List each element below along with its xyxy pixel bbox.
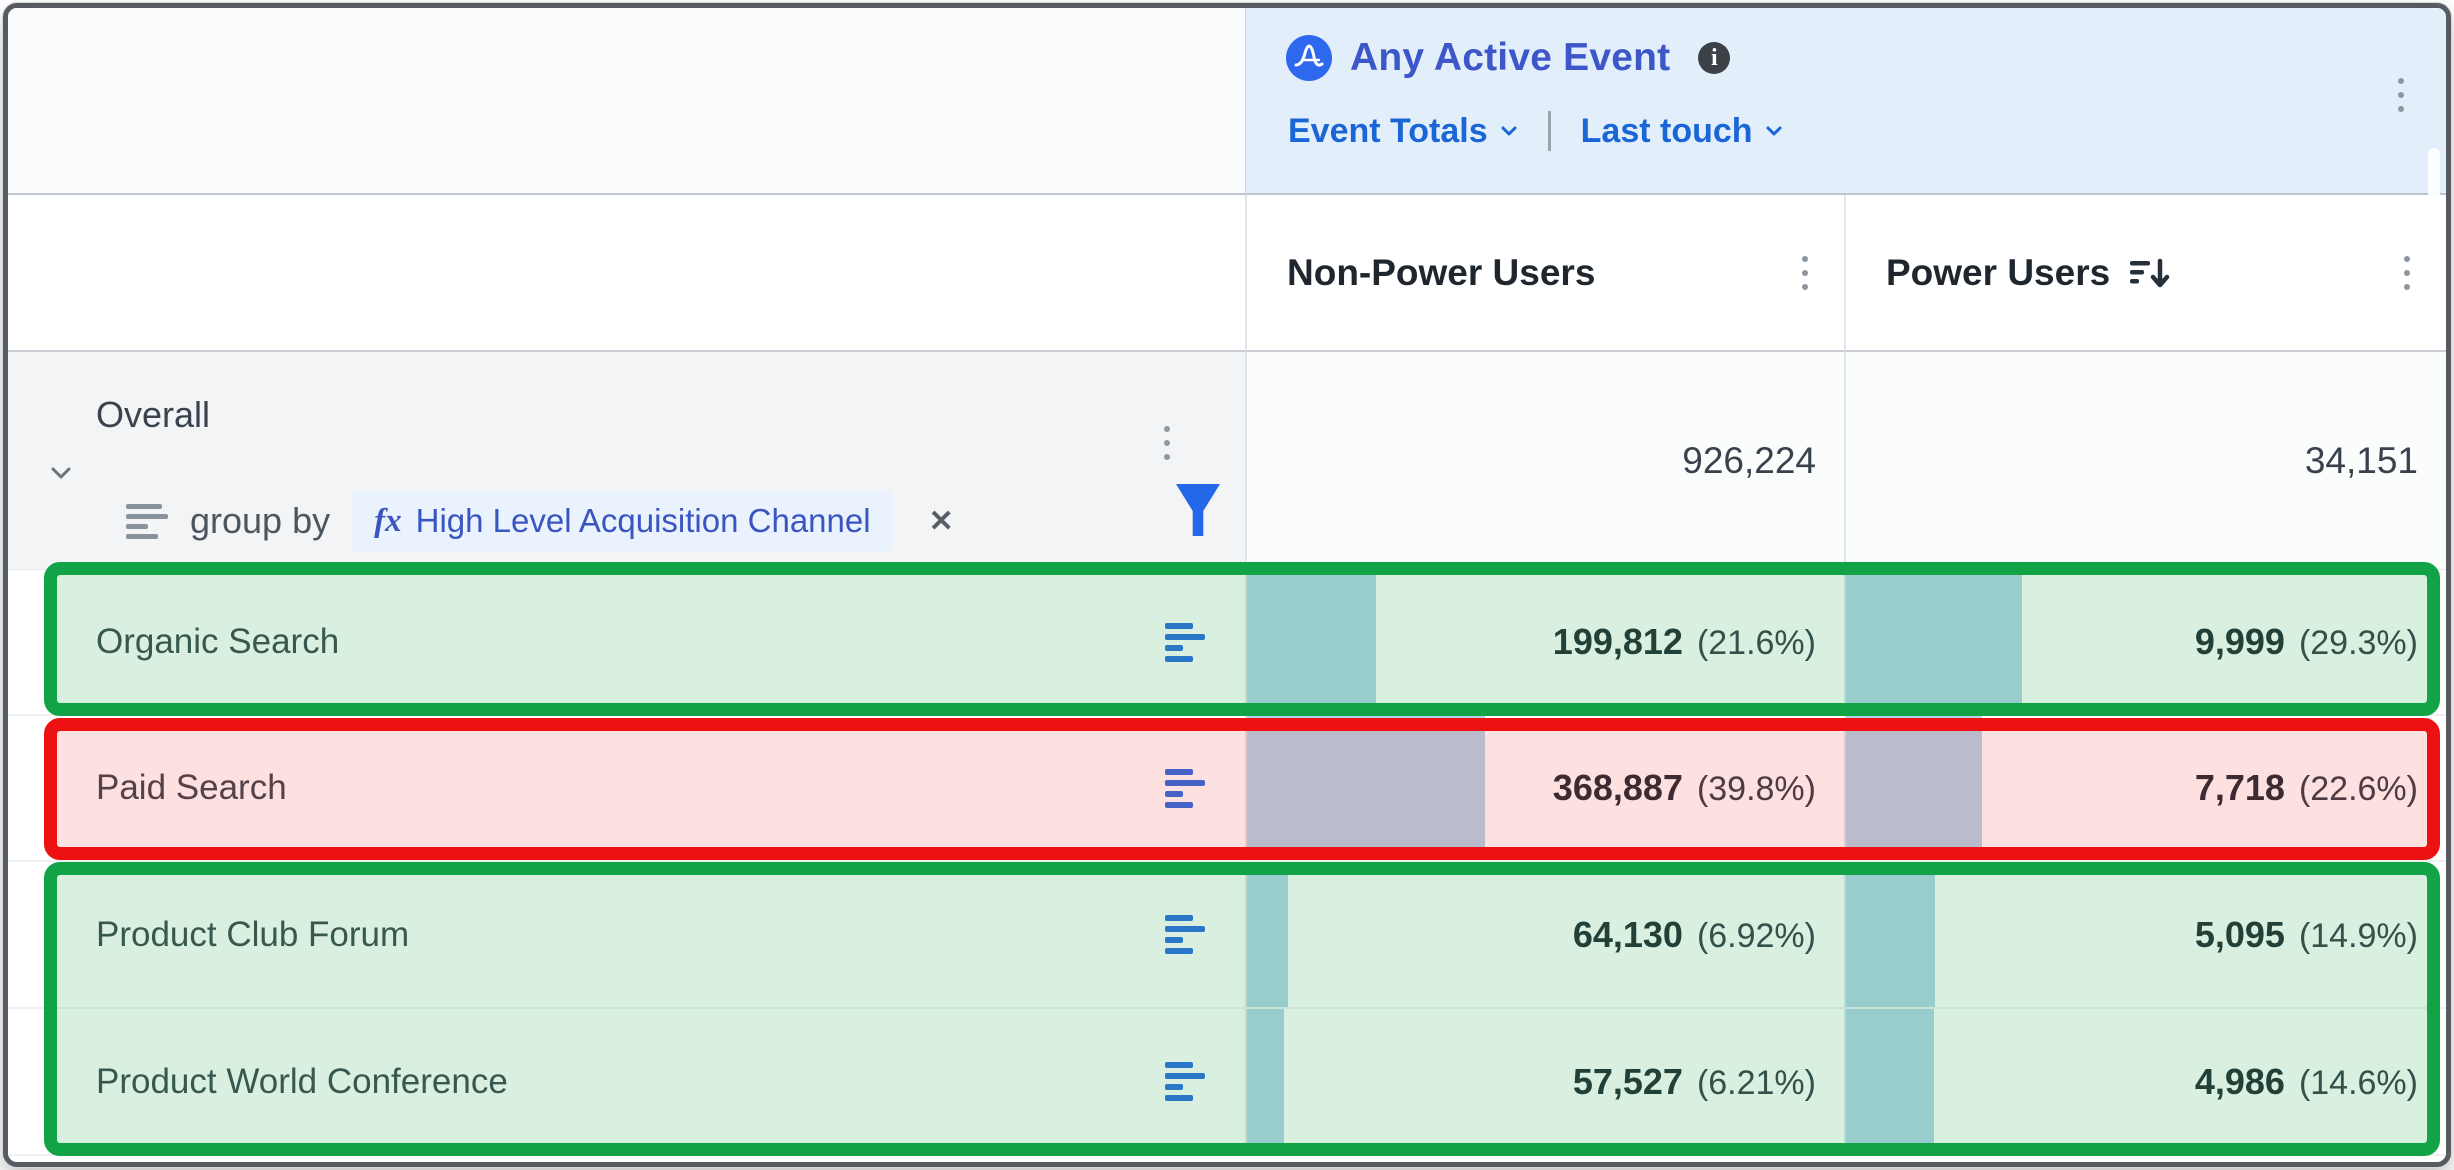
sort-descending-icon[interactable] bbox=[2128, 253, 2172, 293]
row-label: Paid Search bbox=[96, 768, 287, 808]
cell-value: 4,986 bbox=[2195, 1061, 2285, 1103]
group-by-chip-label: High Level Acquisition Channel bbox=[416, 502, 871, 540]
breakdown-bars-icon[interactable] bbox=[1165, 1062, 1205, 1101]
table-cell: 4,986 (14.6%) bbox=[1844, 1009, 2446, 1156]
table-row-label: Organic Search bbox=[8, 570, 1245, 716]
column-label: Power Users bbox=[1886, 252, 2110, 294]
measure-dropdown[interactable]: Event Totals bbox=[1288, 112, 1518, 151]
group-by-icon bbox=[126, 504, 168, 539]
overall-row: Overall group by fx High Level Acquisiti… bbox=[8, 352, 1245, 570]
cell-percent: (14.9%) bbox=[2299, 917, 2418, 956]
column-menu-kebab-icon[interactable] bbox=[2398, 250, 2416, 296]
formula-fx-icon: fx bbox=[374, 503, 402, 540]
cell-percent: (21.6%) bbox=[1697, 624, 1816, 663]
cell-percent: (6.92%) bbox=[1697, 917, 1816, 956]
overall-total-value: 926,224 bbox=[1682, 440, 1816, 482]
overall-total-power: 34,151 bbox=[1844, 352, 2446, 570]
column-menu-kebab-icon[interactable] bbox=[1796, 250, 1814, 296]
breakdown-bars-icon[interactable] bbox=[1165, 915, 1205, 954]
table-cell: 9,999 (29.3%) bbox=[1844, 570, 2446, 716]
table-cell: 5,095 (14.9%) bbox=[1844, 862, 2446, 1009]
header-empty-cell bbox=[8, 8, 1245, 195]
column-header-power-users[interactable]: Power Users bbox=[1844, 195, 2446, 352]
event-header: Any Active Event i Event Totals Last tou… bbox=[1245, 8, 2446, 195]
value-bar bbox=[1247, 716, 1485, 860]
overall-total-non-power: 926,224 bbox=[1245, 352, 1844, 570]
value-bar bbox=[1247, 570, 1376, 714]
value-bar bbox=[1247, 862, 1288, 1007]
cell-percent: (29.3%) bbox=[2299, 624, 2418, 663]
row-label: Product Club Forum bbox=[96, 915, 409, 955]
event-menu-kebab-icon[interactable] bbox=[2392, 72, 2410, 118]
amplitude-event-icon bbox=[1286, 35, 1332, 81]
cell-percent: (14.6%) bbox=[2299, 1064, 2418, 1103]
breakdown-bars-icon[interactable] bbox=[1165, 769, 1205, 808]
cell-percent: (39.8%) bbox=[1697, 770, 1816, 809]
event-title-row: Any Active Event i bbox=[1286, 32, 1730, 84]
attribution-dropdown[interactable]: Last touch bbox=[1581, 112, 1783, 151]
breakdown-bars-icon[interactable] bbox=[1165, 623, 1205, 662]
cell-value: 199,812 bbox=[1553, 621, 1683, 663]
attribution-label: Last touch bbox=[1581, 112, 1753, 151]
cell-value: 64,130 bbox=[1573, 914, 1683, 956]
measure-label: Event Totals bbox=[1288, 112, 1488, 151]
table-cell: 368,887 (39.8%) bbox=[1245, 716, 1844, 862]
table-cell: 7,718 (22.6%) bbox=[1844, 716, 2446, 862]
row-label: Organic Search bbox=[96, 622, 339, 662]
value-bar bbox=[1846, 1009, 1934, 1154]
event-name[interactable]: Any Active Event bbox=[1350, 36, 1670, 80]
column-header-non-power-users[interactable]: Non-Power Users bbox=[1245, 195, 1844, 352]
table-cell: 57,527 (6.21%) bbox=[1245, 1009, 1844, 1156]
cell-value: 57,527 bbox=[1573, 1061, 1683, 1103]
event-settings-row: Event Totals Last touch bbox=[1288, 108, 1783, 154]
value-bar bbox=[1846, 862, 1935, 1007]
column-header-empty bbox=[8, 195, 1245, 352]
info-icon[interactable]: i bbox=[1698, 42, 1730, 74]
table-cell: 64,130 (6.92%) bbox=[1245, 862, 1844, 1009]
overall-label: Overall bbox=[96, 394, 210, 436]
cell-percent: (6.21%) bbox=[1697, 1064, 1816, 1103]
table-row-label: Product Club Forum bbox=[8, 862, 1245, 1009]
overall-menu-kebab-icon[interactable] bbox=[1158, 420, 1176, 466]
results-table-window: Any Active Event i Event Totals Last tou… bbox=[3, 3, 2451, 1167]
value-bar bbox=[1247, 1009, 1284, 1154]
group-by-chip[interactable]: fx High Level Acquisition Channel bbox=[352, 490, 892, 552]
table-row-label: Product World Conference bbox=[8, 1009, 1245, 1156]
group-by-text: group by bbox=[190, 500, 330, 542]
chevron-down-icon bbox=[1765, 122, 1783, 140]
cell-value: 7,718 bbox=[2195, 767, 2285, 809]
cell-value: 368,887 bbox=[1553, 767, 1683, 809]
remove-group-by-icon[interactable]: ✕ bbox=[929, 504, 954, 539]
table-cell: 199,812 (21.6%) bbox=[1245, 570, 1844, 716]
collapse-chevron-icon[interactable] bbox=[48, 460, 66, 478]
overall-total-value: 34,151 bbox=[2305, 440, 2418, 482]
filter-funnel-icon[interactable] bbox=[1176, 484, 1220, 536]
cell-value: 9,999 bbox=[2195, 621, 2285, 663]
column-label: Non-Power Users bbox=[1287, 252, 1595, 294]
table-row-label: Paid Search bbox=[8, 716, 1245, 862]
cell-value: 5,095 bbox=[2195, 914, 2285, 956]
row-label: Product World Conference bbox=[96, 1062, 508, 1102]
group-by-row: group by fx High Level Acquisition Chann… bbox=[126, 490, 954, 552]
cell-percent: (22.6%) bbox=[2299, 770, 2418, 809]
chevron-down-icon bbox=[1500, 122, 1518, 140]
value-bar bbox=[1846, 716, 1982, 860]
divider bbox=[1548, 111, 1551, 151]
value-bar bbox=[1846, 570, 2022, 714]
